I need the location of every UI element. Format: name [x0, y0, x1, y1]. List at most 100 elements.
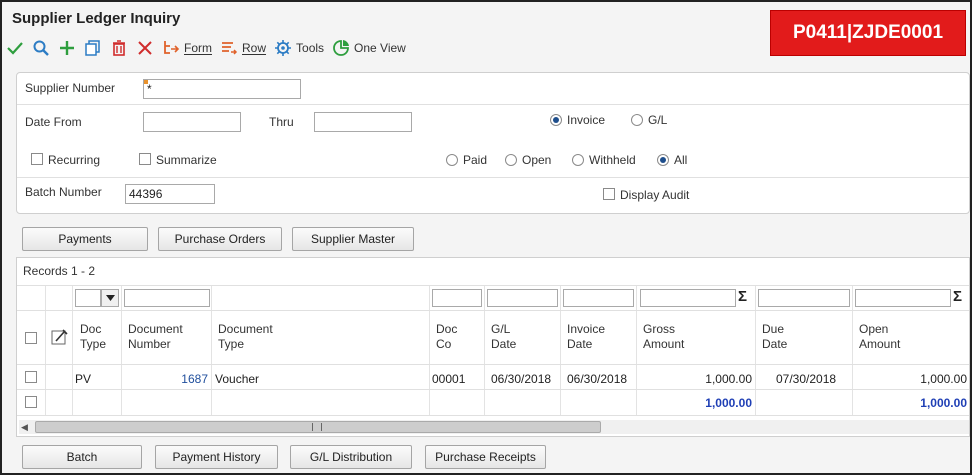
gear-icon	[275, 40, 292, 56]
payments-button[interactable]: Payments	[22, 227, 148, 251]
invoice-radio[interactable]	[550, 114, 562, 126]
select-all-checkbox[interactable]	[25, 332, 37, 344]
row-exit-icon	[222, 42, 238, 55]
column-divider	[121, 286, 122, 416]
supplier-master-button[interactable]: Supplier Master	[292, 227, 414, 251]
cell-invoice-date: 06/30/2018	[567, 372, 628, 386]
col-doc-type[interactable]: Doc Type	[80, 322, 106, 352]
display-audit-checkbox[interactable]	[603, 188, 615, 200]
gl-date-filter[interactable]	[487, 289, 558, 307]
one-view-label: One View	[354, 41, 406, 55]
purchase-orders-button[interactable]: Purchase Orders	[158, 227, 282, 251]
document-number-filter[interactable]	[124, 289, 210, 307]
cell-gl-date: 06/30/2018	[491, 372, 552, 386]
col-doc-co[interactable]: Doc Co	[436, 322, 457, 352]
add-button[interactable]	[58, 37, 76, 59]
col-invoice-date[interactable]: Invoice Date	[567, 322, 605, 352]
search-icon	[33, 40, 49, 56]
divider	[17, 104, 969, 105]
date-from-input[interactable]	[143, 112, 241, 132]
divider	[17, 285, 969, 286]
col-gross-amount[interactable]: Gross Amount	[643, 322, 684, 352]
trash-icon	[113, 40, 125, 56]
doc-type-filter-input[interactable]	[75, 289, 101, 307]
row-menu[interactable]: Row	[220, 37, 266, 59]
withheld-label: Withheld	[589, 153, 636, 167]
scroll-left-icon[interactable]: ◀	[21, 422, 28, 433]
column-divider	[72, 286, 73, 416]
divider	[17, 389, 969, 390]
form-id-badge: P0411|ZJDE0001	[770, 10, 966, 56]
open-amount-filter[interactable]	[855, 289, 951, 307]
close-icon	[138, 41, 152, 55]
copy-button[interactable]	[84, 37, 102, 59]
supplier-number-input[interactable]	[143, 79, 301, 99]
tools-menu[interactable]: Tools	[274, 37, 324, 59]
col-document-number[interactable]: Document Number	[128, 322, 183, 352]
divider	[17, 415, 969, 416]
toolbar: Form Row Tools One View	[6, 36, 414, 60]
cell-gross-amount: 1,000.00	[705, 372, 752, 386]
horizontal-scrollbar[interactable]: ◀	[19, 420, 969, 434]
recurring-checkbox[interactable]	[31, 153, 43, 165]
batch-number-label: Batch Number	[25, 185, 102, 199]
all-radio[interactable]	[657, 154, 669, 166]
form-menu[interactable]: Form	[162, 37, 212, 59]
summarize-checkbox[interactable]	[139, 153, 151, 165]
doc-co-filter[interactable]	[432, 289, 482, 307]
column-divider	[484, 286, 485, 416]
batch-number-input[interactable]	[125, 184, 215, 204]
one-view-button[interactable]: One View	[332, 37, 406, 59]
ok-button[interactable]	[6, 37, 24, 59]
column-divider	[211, 286, 212, 416]
gl-distribution-button[interactable]: G/L Distribution	[290, 445, 412, 469]
column-divider	[852, 286, 853, 416]
due-date-filter[interactable]	[758, 289, 850, 307]
plus-icon	[60, 41, 74, 55]
scrollbar-thumb[interactable]	[35, 421, 601, 433]
total-gross-amount: 1,000.00	[705, 396, 752, 410]
paid-label: Paid	[463, 153, 488, 167]
query-criteria-panel: Supplier Number Date From Thru Invoice G…	[16, 72, 970, 214]
gross-amount-filter[interactable]	[640, 289, 736, 307]
col-open-amount[interactable]: Open Amount	[859, 322, 900, 352]
close-button[interactable]	[136, 37, 154, 59]
payment-history-button[interactable]: Payment History	[155, 445, 278, 469]
find-button[interactable]	[32, 37, 50, 59]
cell-document-number-link[interactable]: 1687	[124, 372, 208, 386]
batch-button[interactable]: Batch	[22, 445, 142, 469]
withheld-radio[interactable]	[572, 154, 584, 166]
cell-doc-co: 00001	[432, 372, 466, 386]
thru-date-input[interactable]	[314, 112, 412, 132]
form-exit-icon	[164, 41, 180, 54]
row-select-checkbox[interactable]	[25, 371, 37, 383]
total-open-amount: 1,000.00	[920, 396, 967, 410]
gl-radio[interactable]	[631, 114, 643, 126]
form-menu-label: Form	[184, 41, 212, 55]
col-document-type[interactable]: Document Type	[218, 322, 273, 352]
sum-icon[interactable]: Σ	[738, 288, 747, 305]
delete-button[interactable]	[110, 37, 128, 59]
column-divider	[560, 286, 561, 416]
cell-document-type: Voucher	[215, 372, 260, 386]
col-gl-date[interactable]: G/L Date	[491, 322, 516, 352]
column-divider	[755, 286, 756, 416]
totals-row-checkbox[interactable]	[25, 396, 37, 408]
sum-icon[interactable]: Σ	[953, 288, 962, 305]
copy-icon	[85, 40, 100, 56]
paid-radio[interactable]	[446, 154, 458, 166]
date-from-label: Date From	[25, 115, 82, 129]
open-radio[interactable]	[505, 154, 517, 166]
invoice-date-filter[interactable]	[563, 289, 634, 307]
chevron-down-icon	[105, 295, 115, 301]
doc-type-filter-dropdown[interactable]	[101, 289, 119, 307]
cell-doc-type: PV	[75, 372, 92, 386]
display-audit-label: Display Audit	[620, 188, 690, 202]
tools-menu-label: Tools	[296, 41, 325, 55]
divider	[17, 364, 969, 365]
col-due-date[interactable]: Due Date	[762, 322, 787, 352]
thru-label: Thru	[269, 115, 294, 129]
attachment-column-icon[interactable]	[51, 328, 69, 349]
purchase-receipts-button[interactable]: Purchase Receipts	[425, 445, 546, 469]
cell-open-amount: 1,000.00	[920, 372, 967, 386]
